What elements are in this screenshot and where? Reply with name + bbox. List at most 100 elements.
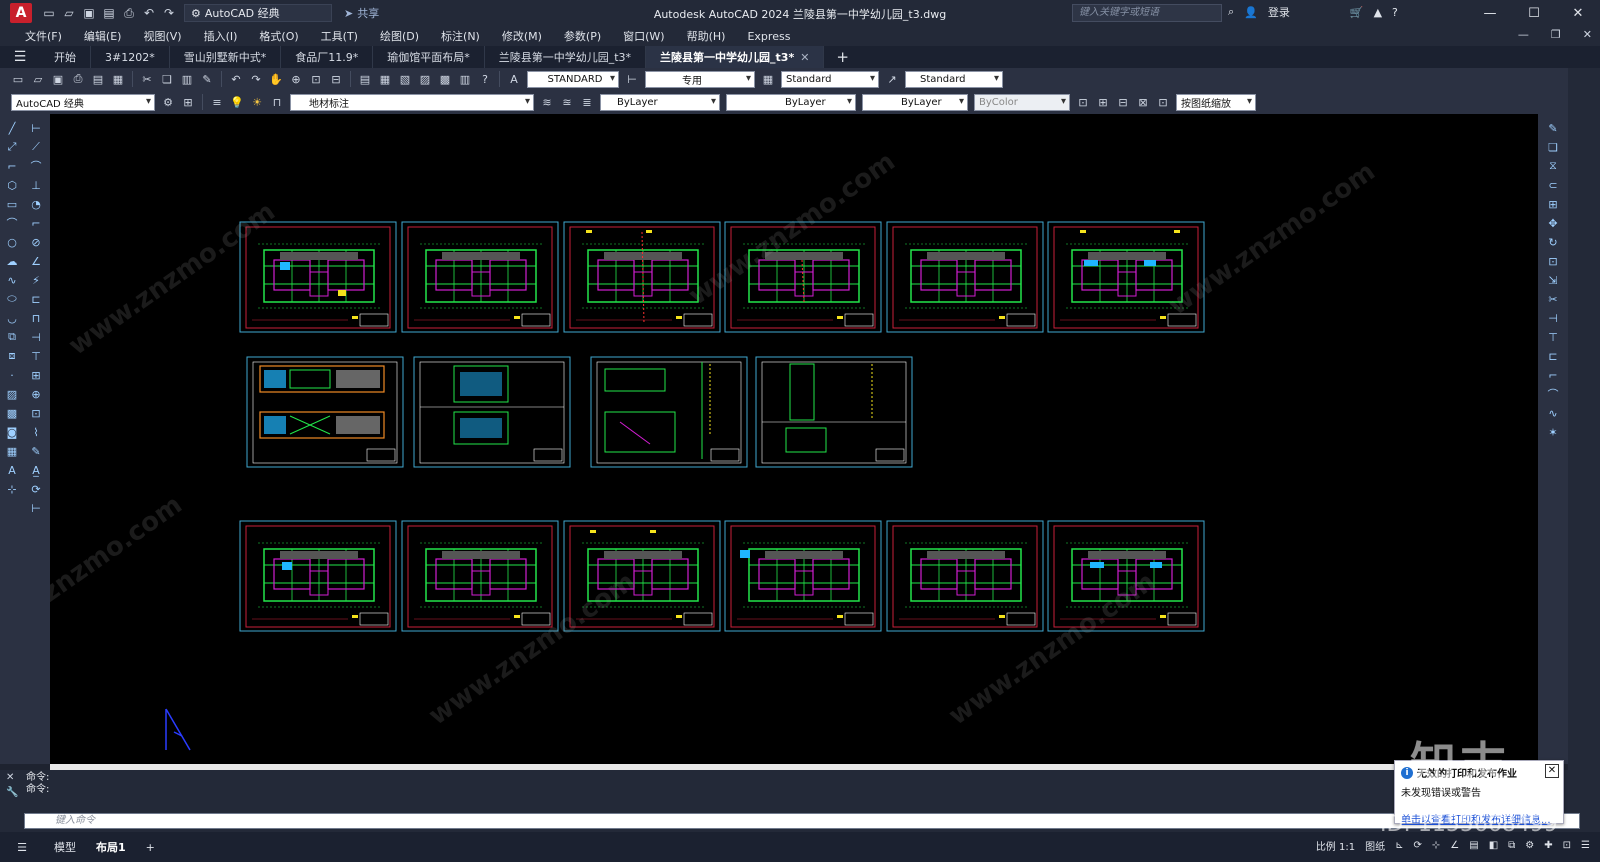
angular-icon[interactable]: ∠ (28, 253, 44, 269)
workspace-switch-icon[interactable]: ✚ (1544, 840, 1552, 851)
autocad-logo-icon[interactable]: A (10, 3, 32, 23)
line-icon[interactable]: ╱ (4, 120, 20, 136)
sheet-plan-12[interactable] (1047, 520, 1205, 632)
lock-icon[interactable]: ⊓ (269, 94, 285, 110)
redo-icon[interactable]: ↷ (248, 71, 264, 87)
plotstyle-select[interactable]: ByColor (974, 93, 1070, 111)
markup-icon[interactable]: ▩ (437, 71, 453, 87)
sheet-plan-8[interactable] (401, 520, 559, 632)
menu-window[interactable]: 窗口(W) (612, 28, 675, 44)
customize-icon[interactable]: ⊞ (180, 94, 196, 110)
point-icon[interactable]: · (4, 367, 20, 383)
region-icon[interactable]: ◙ (4, 424, 20, 440)
extend-icon[interactable]: ⊣ (1545, 310, 1561, 326)
layer-select[interactable]: 地材标注 (290, 93, 534, 111)
doc-close-icon[interactable]: ✕ (1583, 28, 1592, 41)
scale-label[interactable]: 比例 1:1 (1316, 838, 1355, 853)
menu-insert[interactable]: 插入(I) (193, 28, 249, 44)
menu-edit[interactable]: 编辑(E) (73, 28, 133, 44)
customize-icon[interactable]: ☰ (1581, 840, 1590, 851)
arc-icon[interactable]: ⌒ (4, 215, 20, 231)
menu-view[interactable]: 视图(V) (132, 28, 192, 44)
zoom-previous-icon[interactable]: ⊟ (328, 71, 344, 87)
fillet-icon[interactable]: ⌒ (1545, 386, 1561, 402)
copy-icon[interactable]: ❏ (159, 71, 175, 87)
new-tab-icon[interactable]: + (824, 48, 861, 66)
make-current-icon[interactable]: ≋ (539, 94, 555, 110)
tab-file[interactable]: 瑜伽馆平面布局* (373, 46, 485, 68)
revcloud-icon[interactable]: ☁ (4, 253, 20, 269)
bulb-icon[interactable]: 💡 (229, 94, 245, 110)
design-center-icon[interactable]: ▦ (377, 71, 393, 87)
maximize-icon[interactable]: ☐ (1512, 0, 1556, 26)
sheet-set-icon[interactable]: ▨ (417, 71, 433, 87)
dim-style-select[interactable]: 专用 (645, 70, 755, 88)
viewport-poly-icon[interactable]: ⊞ (1095, 94, 1111, 110)
dim-text-edit-icon[interactable]: A̲ (28, 462, 44, 478)
jog-line-icon[interactable]: ⌇ (28, 424, 44, 440)
mleader-style-icon[interactable]: ↗ (884, 71, 900, 87)
tolerance-icon[interactable]: ⊞ (28, 367, 44, 383)
menu-icon[interactable]: ☰ (0, 49, 40, 65)
baseline-icon[interactable]: ⊏ (28, 291, 44, 307)
menu-tools[interactable]: 工具(T) (310, 28, 369, 44)
transparency-icon[interactable]: ◧ (1489, 840, 1498, 851)
ellipse-icon[interactable]: ⬭ (4, 291, 20, 307)
sheet-plan-9[interactable] (563, 520, 721, 632)
rectangle-icon[interactable]: ▭ (4, 196, 20, 212)
pan-icon[interactable]: ✋ (268, 71, 284, 87)
erase-icon[interactable]: ✎ (1545, 120, 1561, 136)
dim-edit-icon[interactable]: ✎ (28, 443, 44, 459)
new-icon[interactable]: ▭ (42, 6, 56, 20)
preview-icon[interactable]: ▤ (90, 71, 106, 87)
add-selected-icon[interactable]: ⊹ (4, 481, 20, 497)
tab-file[interactable]: 3#1202* (91, 46, 170, 68)
polygon-icon[interactable]: ⬡ (4, 177, 20, 193)
menu-format[interactable]: 格式(O) (248, 28, 309, 44)
gear-icon[interactable]: ⚙ (160, 94, 176, 110)
autodesk-icon[interactable]: ▲ (1374, 6, 1382, 19)
menu-dimension[interactable]: 标注(N) (430, 28, 491, 44)
center-mark-icon[interactable]: ⊕ (28, 386, 44, 402)
mtext-icon[interactable]: A (4, 462, 20, 478)
spline-icon[interactable]: ∿ (4, 272, 20, 288)
menu-icon[interactable]: ☰ (0, 841, 44, 854)
snap-icon[interactable]: ⊾ (1395, 840, 1403, 851)
cart-icon[interactable]: 🛒 (1350, 6, 1364, 19)
viewport-fit-icon[interactable]: ⊡ (1155, 94, 1171, 110)
viewport-scale-select[interactable]: 按图纸缩放 (1176, 93, 1256, 111)
tab-file[interactable]: 兰陵县第一中学幼儿园_t3* (485, 46, 647, 68)
table-style-select[interactable]: Standard (781, 70, 879, 88)
join-icon[interactable]: ⊏ (1545, 348, 1561, 364)
tab-file[interactable]: 食品厂11.9* (281, 46, 374, 68)
sheet-plan-11[interactable] (886, 520, 1044, 632)
plot-icon[interactable]: ⎙ (70, 71, 86, 87)
blend-icon[interactable]: ∿ (1545, 405, 1561, 421)
sheet-plan-3[interactable] (563, 221, 721, 333)
workspace-select[interactable]: ⚙ AutoCAD 经典 (184, 4, 332, 22)
offset-icon[interactable]: ⊂ (1545, 177, 1561, 193)
doc-restore-icon[interactable]: ❐ (1551, 28, 1561, 41)
save-icon[interactable]: ▣ (82, 6, 96, 20)
layer-previous-icon[interactable]: ≊ (559, 94, 575, 110)
make-block-icon[interactable]: ⧈ (4, 348, 20, 364)
search-icon[interactable]: ⌕ (1228, 5, 1234, 19)
gradient-icon[interactable]: ▩ (4, 405, 20, 421)
inspect-icon[interactable]: ⊡ (28, 405, 44, 421)
notification-link[interactable]: 单击以查看打印和发布详细信息... (1401, 811, 1557, 826)
jogged-icon[interactable]: ⌐ (28, 215, 44, 231)
hatch-icon[interactable]: ▨ (4, 386, 20, 402)
dim-style-icon[interactable]: ⊢ (28, 500, 44, 516)
polyline-icon[interactable]: ⌐ (4, 158, 20, 174)
explode-icon[interactable]: ✶ (1545, 424, 1561, 440)
help-icon[interactable]: ? (1392, 6, 1398, 19)
text-style-select[interactable]: STANDARD (527, 70, 619, 88)
dim-update-icon[interactable]: ⟳ (28, 481, 44, 497)
wrench-icon[interactable]: 🔧 (6, 787, 18, 798)
menu-draw[interactable]: 绘图(D) (369, 28, 430, 44)
doc-minimize-icon[interactable]: — (1518, 28, 1529, 41)
sheet-plan-2[interactable] (401, 221, 559, 333)
layer-properties-icon[interactable]: ≡ (209, 94, 225, 110)
workspace-select[interactable]: AutoCAD 经典 (11, 93, 155, 111)
table-icon[interactable]: ▦ (4, 443, 20, 459)
